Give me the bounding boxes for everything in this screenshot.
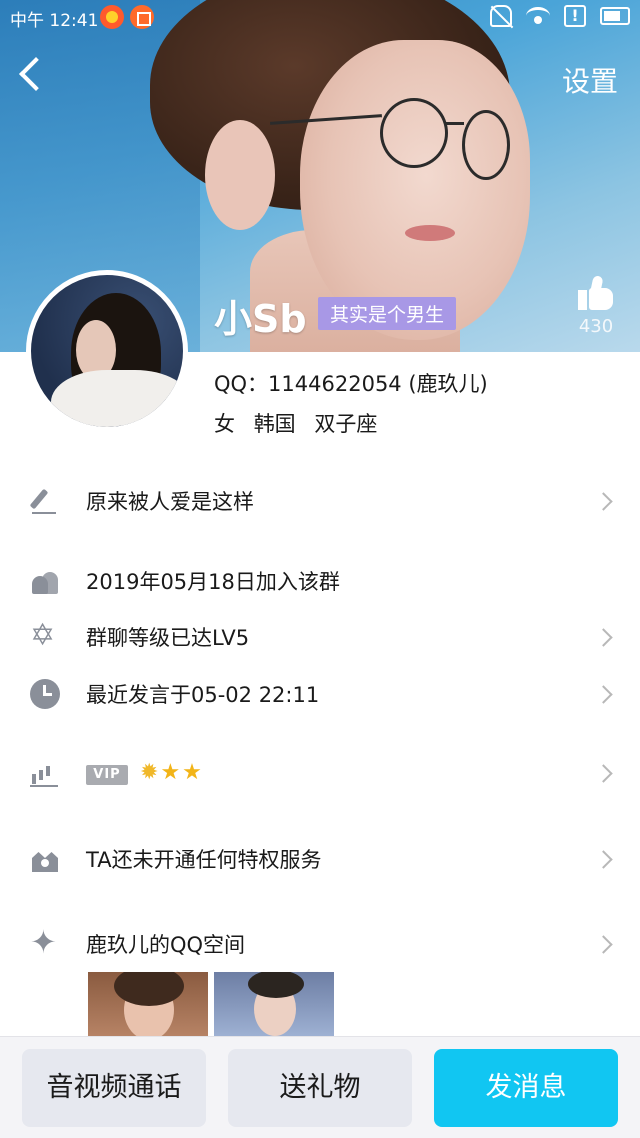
status-time: 中午 12:41: [10, 11, 99, 31]
bottom-action-bar: 音视频通话 送礼物 发消息: [0, 1036, 640, 1138]
qq-number: QQ：1144622054 (鹿玖儿): [214, 372, 488, 396]
weibo-icon: [100, 5, 124, 29]
back-button[interactable]: [12, 50, 60, 102]
qzone-photo[interactable]: [88, 972, 208, 1038]
gender: 女: [214, 412, 235, 436]
chevron-right-icon: [594, 491, 613, 511]
joined-text: 2019年05月18日加入该群: [86, 570, 340, 594]
alert-icon: !: [564, 5, 586, 27]
video-call-button[interactable]: 音视频通话: [22, 1049, 206, 1127]
signature-text: 原来被人爱是这样: [86, 490, 254, 514]
clock-icon: [30, 679, 60, 709]
star-icon: ★: [160, 760, 181, 785]
signature-row[interactable]: 原来被人爱是这样: [0, 473, 640, 529]
location: 韩国: [253, 412, 296, 436]
bell-muted-icon: [490, 5, 512, 27]
chevron-right-icon: [594, 934, 613, 954]
crown-icon: [30, 844, 60, 874]
chevron-right-icon: [594, 627, 613, 647]
thumbs-up-icon: [578, 275, 614, 312]
qzone-text: 鹿玖儿的QQ空间: [86, 933, 246, 957]
qzone-photos: [88, 972, 334, 1038]
group-members-icon: [30, 566, 60, 596]
pencil-icon: [30, 486, 60, 516]
send-message-button[interactable]: 发消息: [434, 1049, 618, 1127]
send-gift-button[interactable]: 送礼物: [228, 1049, 412, 1127]
last-spoke-row[interactable]: 最近发言于05-02 22:11: [0, 666, 640, 722]
vip-level-icons: ✹ ★ ★: [140, 760, 202, 785]
sun-icon: ✹: [140, 760, 159, 785]
level-star-icon: [30, 618, 60, 653]
zodiac: 双子座: [314, 412, 378, 436]
joined-row: 2019年05月18日加入该群: [0, 553, 640, 609]
last-spoke-text: 最近发言于05-02 22:11: [86, 683, 320, 707]
qzone-row[interactable]: 鹿玖儿的QQ空间: [0, 916, 640, 972]
avatar[interactable]: [26, 270, 188, 432]
chevron-right-icon: [594, 684, 613, 704]
like-button[interactable]: 430: [566, 275, 626, 340]
vip-badge: VIP: [86, 765, 128, 785]
basic-info: 女 韩国 双子座: [214, 408, 389, 438]
qzone-star-icon: [30, 923, 60, 961]
nickname: 小Sb: [214, 297, 307, 341]
group-level-row[interactable]: 群聊等级已达LV5: [0, 609, 640, 665]
privilege-row[interactable]: TA还未开通任何特权服务: [0, 831, 640, 887]
wifi-icon: [526, 7, 550, 25]
like-count: 430: [578, 316, 614, 337]
qzone-photo[interactable]: [214, 972, 334, 1038]
star-icon: ★: [182, 760, 202, 785]
notification-app-icon: [130, 5, 154, 29]
settings-button[interactable]: 设置: [562, 60, 618, 100]
status-bar: 中午 12:41 !: [0, 0, 640, 34]
group-title-tag: 其实是个男生: [318, 297, 457, 330]
group-level-text: 群聊等级已达LV5: [86, 626, 250, 650]
privilege-text: TA还未开通任何特权服务: [86, 848, 322, 872]
chevron-right-icon: [594, 763, 613, 783]
chevron-right-icon: [594, 849, 613, 869]
level-chart-icon: [30, 758, 60, 788]
battery-icon: [600, 7, 630, 25]
chevron-left-icon: [19, 57, 53, 91]
